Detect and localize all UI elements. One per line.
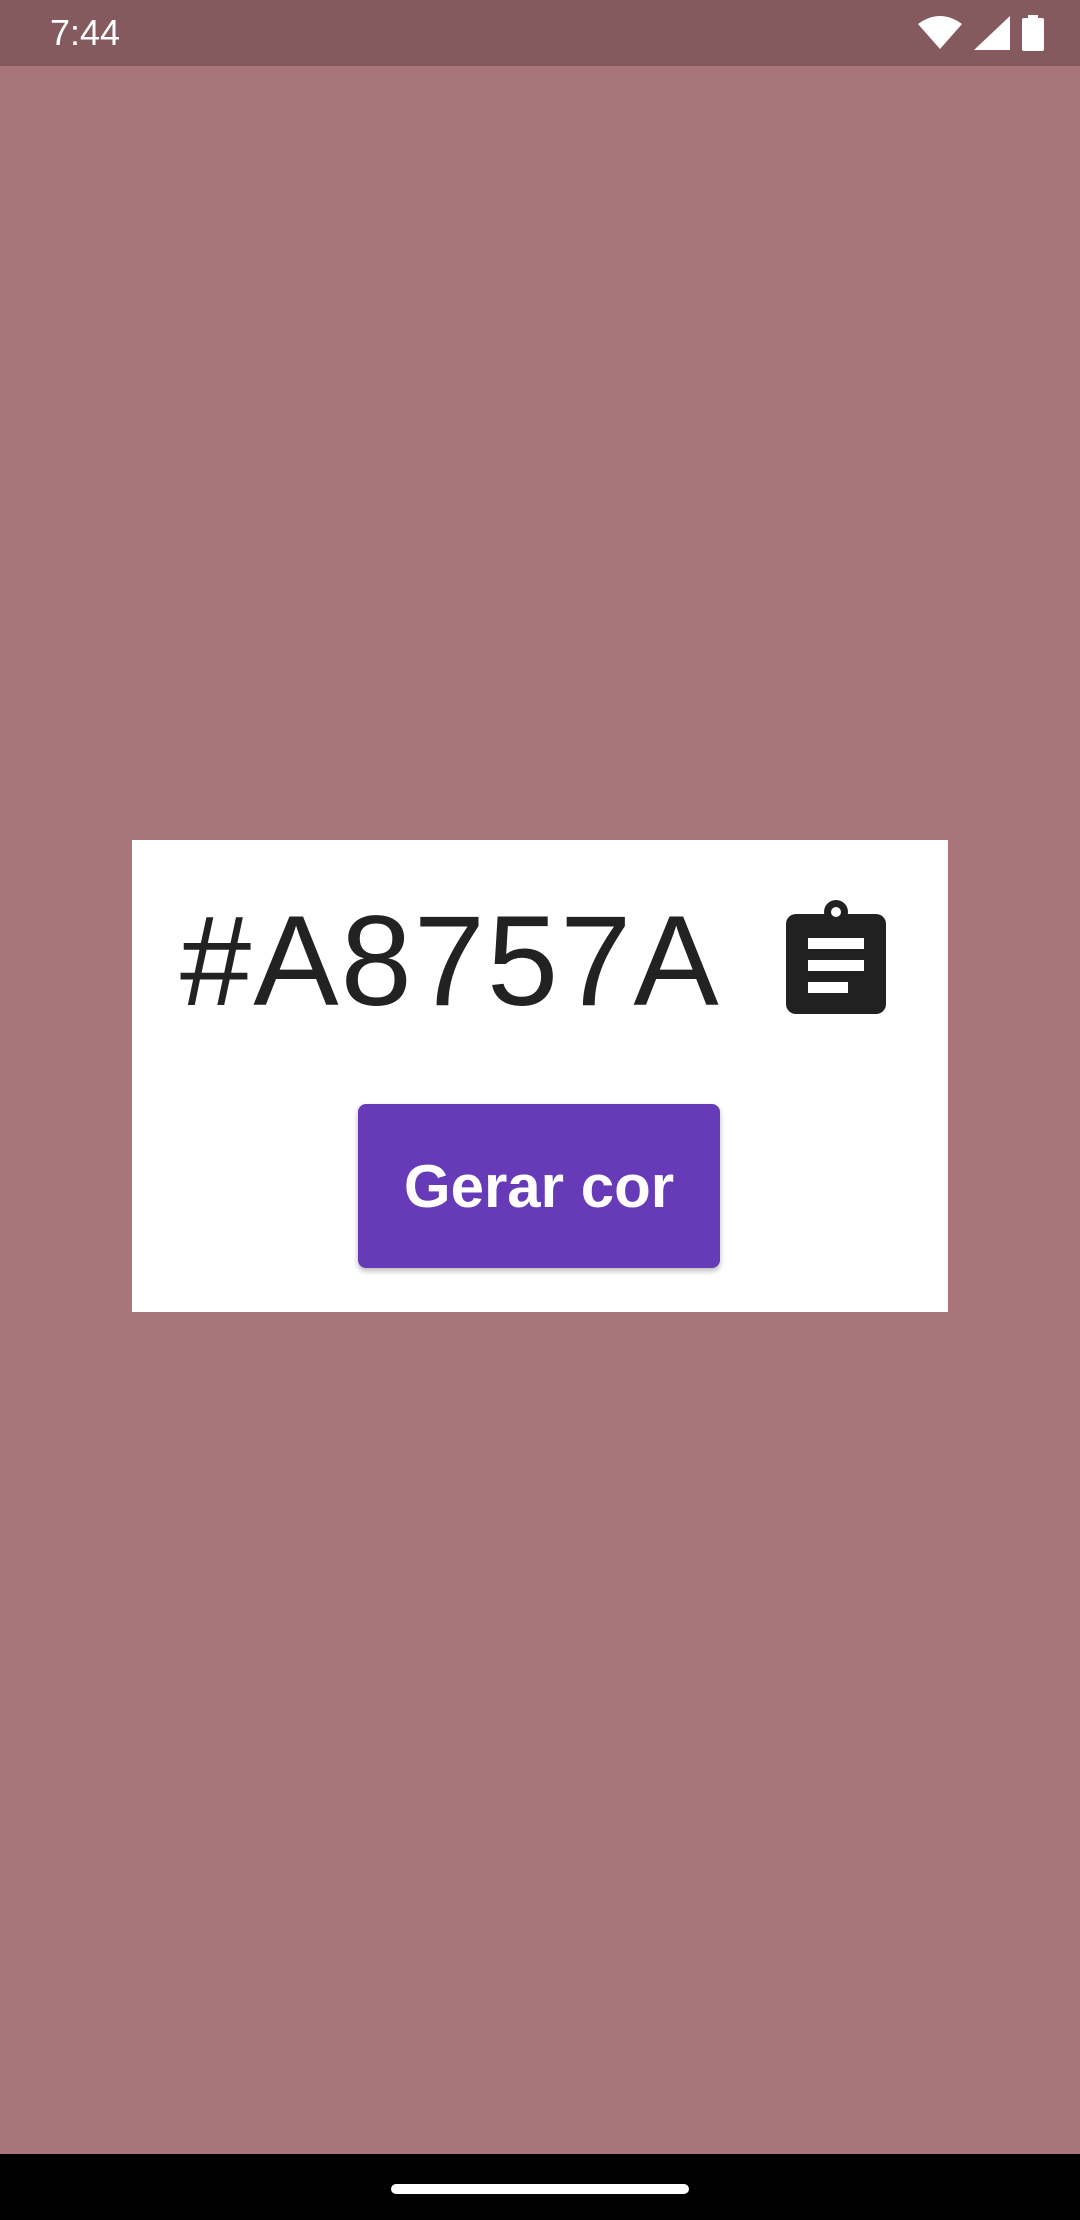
wifi-icon xyxy=(918,16,962,50)
clipboard-icon[interactable] xyxy=(784,900,888,1016)
status-icons xyxy=(918,14,1044,52)
status-time: 7:44 xyxy=(50,12,121,53)
home-indicator[interactable] xyxy=(391,2184,689,2194)
hex-color-value: #A8757A xyxy=(180,890,721,1033)
status-bar: 7:44 xyxy=(0,0,1080,66)
navigation-bar xyxy=(0,2154,1080,2220)
battery-icon xyxy=(1022,15,1044,51)
cellular-signal-icon xyxy=(974,16,1010,50)
app-screen: { "status_bar": { "time": "7:44", "icons… xyxy=(0,0,1080,2220)
generate-color-button[interactable]: Gerar cor xyxy=(358,1104,720,1268)
color-card: #A8757A Gerar cor xyxy=(132,840,948,1312)
